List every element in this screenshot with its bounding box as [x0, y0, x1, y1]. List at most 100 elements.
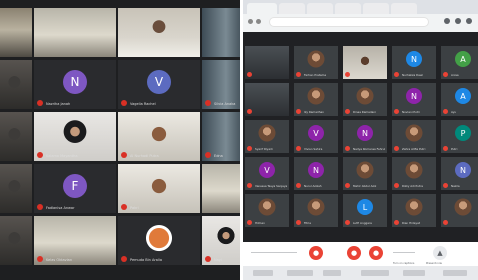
mic-muted-icon: [296, 220, 301, 225]
participant-video: [202, 164, 240, 213]
participant-name: Pakri: [130, 206, 139, 210]
browser-tab[interactable]: [279, 3, 305, 14]
participant-tile[interactable]: [34, 8, 116, 57]
participant-avatar: L: [357, 199, 373, 216]
mic-muted-icon: [247, 183, 252, 188]
participant-avatar: N: [406, 51, 422, 68]
participant-tile[interactable]: Kalamo Mayantha: [34, 112, 116, 161]
participant-tile[interactable]: [245, 46, 289, 79]
participant-tile[interactable]: Nayl: [202, 216, 240, 265]
left-screen-meeting-grid: N Nazriha Janah V Vagelia Rachel Silvia Anak…: [0, 0, 240, 280]
participant-tile[interactable]: [202, 8, 240, 57]
participant-tile[interactable]: N Nazila: [441, 157, 478, 190]
participant-name: Syarif Riyadi: [255, 147, 273, 151]
mic-off-button[interactable]: ●: [309, 246, 323, 260]
participant-tile[interactable]: Rizky Adi Putra: [392, 157, 436, 190]
taskbar-item[interactable]: [361, 270, 389, 276]
participant-name: Nazila: [451, 184, 460, 188]
captions-label[interactable]: Turn on captions: [393, 262, 414, 265]
participant-tile[interactable]: N Nazriha Janah: [34, 60, 116, 109]
participant-tile[interactable]: Pakri: [118, 164, 200, 213]
profile-icon[interactable]: [455, 18, 461, 24]
participant-video: [118, 8, 200, 57]
participant-tile[interactable]: [0, 216, 32, 265]
browser-tab[interactable]: [363, 3, 389, 14]
mic-muted-icon: [205, 256, 211, 262]
mic-muted-icon: [37, 256, 43, 262]
participant-tile[interactable]: Rinaa Ramadani: [343, 83, 387, 116]
mic-muted-icon: [345, 109, 350, 114]
participant-name: Vagelia Rachel: [130, 102, 156, 106]
participant-video: [0, 8, 32, 57]
back-icon[interactable]: [248, 19, 253, 24]
captions-line: [393, 252, 415, 253]
participant-name: Nayl: [214, 258, 222, 262]
camera-off-button[interactable]: ●: [369, 246, 383, 260]
participant-tile[interactable]: Rian Hidayat: [392, 194, 436, 227]
participant-tile[interactable]: Zahra Alifia Putri: [392, 120, 436, 153]
present-now-button[interactable]: ▲: [433, 246, 447, 260]
participant-photo: [307, 50, 325, 68]
participant-tile[interactable]: [202, 164, 240, 213]
participant-tile[interactable]: V Vagelia Rachel: [118, 60, 200, 109]
taskbar-item[interactable]: [443, 270, 467, 276]
participant-tile[interactable]: Fitria: [294, 194, 338, 227]
browser-tab[interactable]: [307, 3, 333, 14]
participant-tile[interactable]: Silvia Anaka: [202, 60, 240, 109]
browser-tab[interactable]: [391, 3, 417, 14]
participant-name: Hilman: [255, 221, 265, 225]
participant-tile[interactable]: N Noviani Putri: [392, 83, 436, 116]
browser-tab[interactable]: [335, 3, 361, 14]
participant-tile[interactable]: F Fadlanisa Anwar: [34, 164, 116, 213]
taskbar-item[interactable]: [403, 270, 425, 276]
extension-icon[interactable]: [444, 18, 450, 24]
end-call-button[interactable]: ●: [347, 246, 361, 260]
address-bar[interactable]: [269, 17, 429, 27]
participant-tile[interactable]: L Lutfi Anggara: [343, 194, 387, 227]
refresh-icon[interactable]: [256, 19, 261, 24]
participant-tile[interactable]: V Vivian Sahira: [294, 120, 338, 153]
participant-name: Noviani Putri: [402, 110, 420, 114]
participant-name: Edna: [214, 154, 223, 158]
participant-video: [0, 60, 32, 109]
participant-avatar: N: [455, 162, 471, 179]
participant-tile[interactable]: Hilman: [245, 194, 289, 227]
menu-icon[interactable]: [466, 18, 472, 24]
participant-tile[interactable]: Edna: [202, 112, 240, 161]
participant-photo: [356, 161, 374, 179]
participant-tile[interactable]: Mahir Abdul Aziz: [343, 157, 387, 190]
mic-muted-icon: [345, 146, 350, 151]
participant-tile[interactable]: N Nadya Romansa Fahrul: [343, 120, 387, 153]
participant-photo: [258, 198, 276, 216]
participant-tile[interactable]: Syarif Riyadi: [245, 120, 289, 153]
participant-tile[interactable]: A Ayu: [441, 83, 478, 116]
participant-tile[interactable]: Kelas Oktavian: [34, 216, 116, 265]
participant-tile[interactable]: N Nurhaliza Dewi: [392, 46, 436, 79]
taskbar-item[interactable]: [287, 270, 313, 276]
participant-tile[interactable]: [0, 8, 32, 57]
participant-name: Pemuda Bin Aralia: [130, 258, 163, 262]
participant-tile[interactable]: [343, 46, 387, 79]
mic-muted-icon: [296, 183, 301, 188]
taskbar-item[interactable]: [323, 270, 341, 276]
participant-name: Rian Hidayat: [402, 221, 420, 225]
taskbar-item[interactable]: [253, 270, 273, 276]
participant-tile[interactable]: [0, 164, 32, 213]
participant-tile[interactable]: [245, 83, 289, 116]
participant-tile[interactable]: Pemuda Bin Aralia: [118, 216, 200, 265]
participant-tile[interactable]: V Vanessa Tasya Sanjaya: [245, 157, 289, 190]
participant-tile[interactable]: [0, 60, 32, 109]
participant-tile[interactable]: [441, 194, 478, 227]
participant-tile[interactable]: Al Nurhadi Putra: [118, 112, 200, 161]
photo-of-two-screens: N Nazriha Janah V Vagelia Rachel Silvia Anak…: [0, 0, 478, 280]
participant-tile[interactable]: N Nurul Azizah: [294, 157, 338, 190]
participant-tile[interactable]: Iky Ramadhan: [294, 83, 338, 116]
participant-video: [34, 8, 116, 57]
participant-tile[interactable]: P Putri: [441, 120, 478, 153]
participant-tile[interactable]: A Anisa: [441, 46, 478, 79]
browser-tab[interactable]: [247, 3, 277, 14]
participant-tile[interactable]: [118, 8, 200, 57]
participant-tile[interactable]: Farhan Pratama: [294, 46, 338, 79]
present-now-label[interactable]: Present now: [426, 262, 442, 265]
participant-tile[interactable]: [0, 112, 32, 161]
